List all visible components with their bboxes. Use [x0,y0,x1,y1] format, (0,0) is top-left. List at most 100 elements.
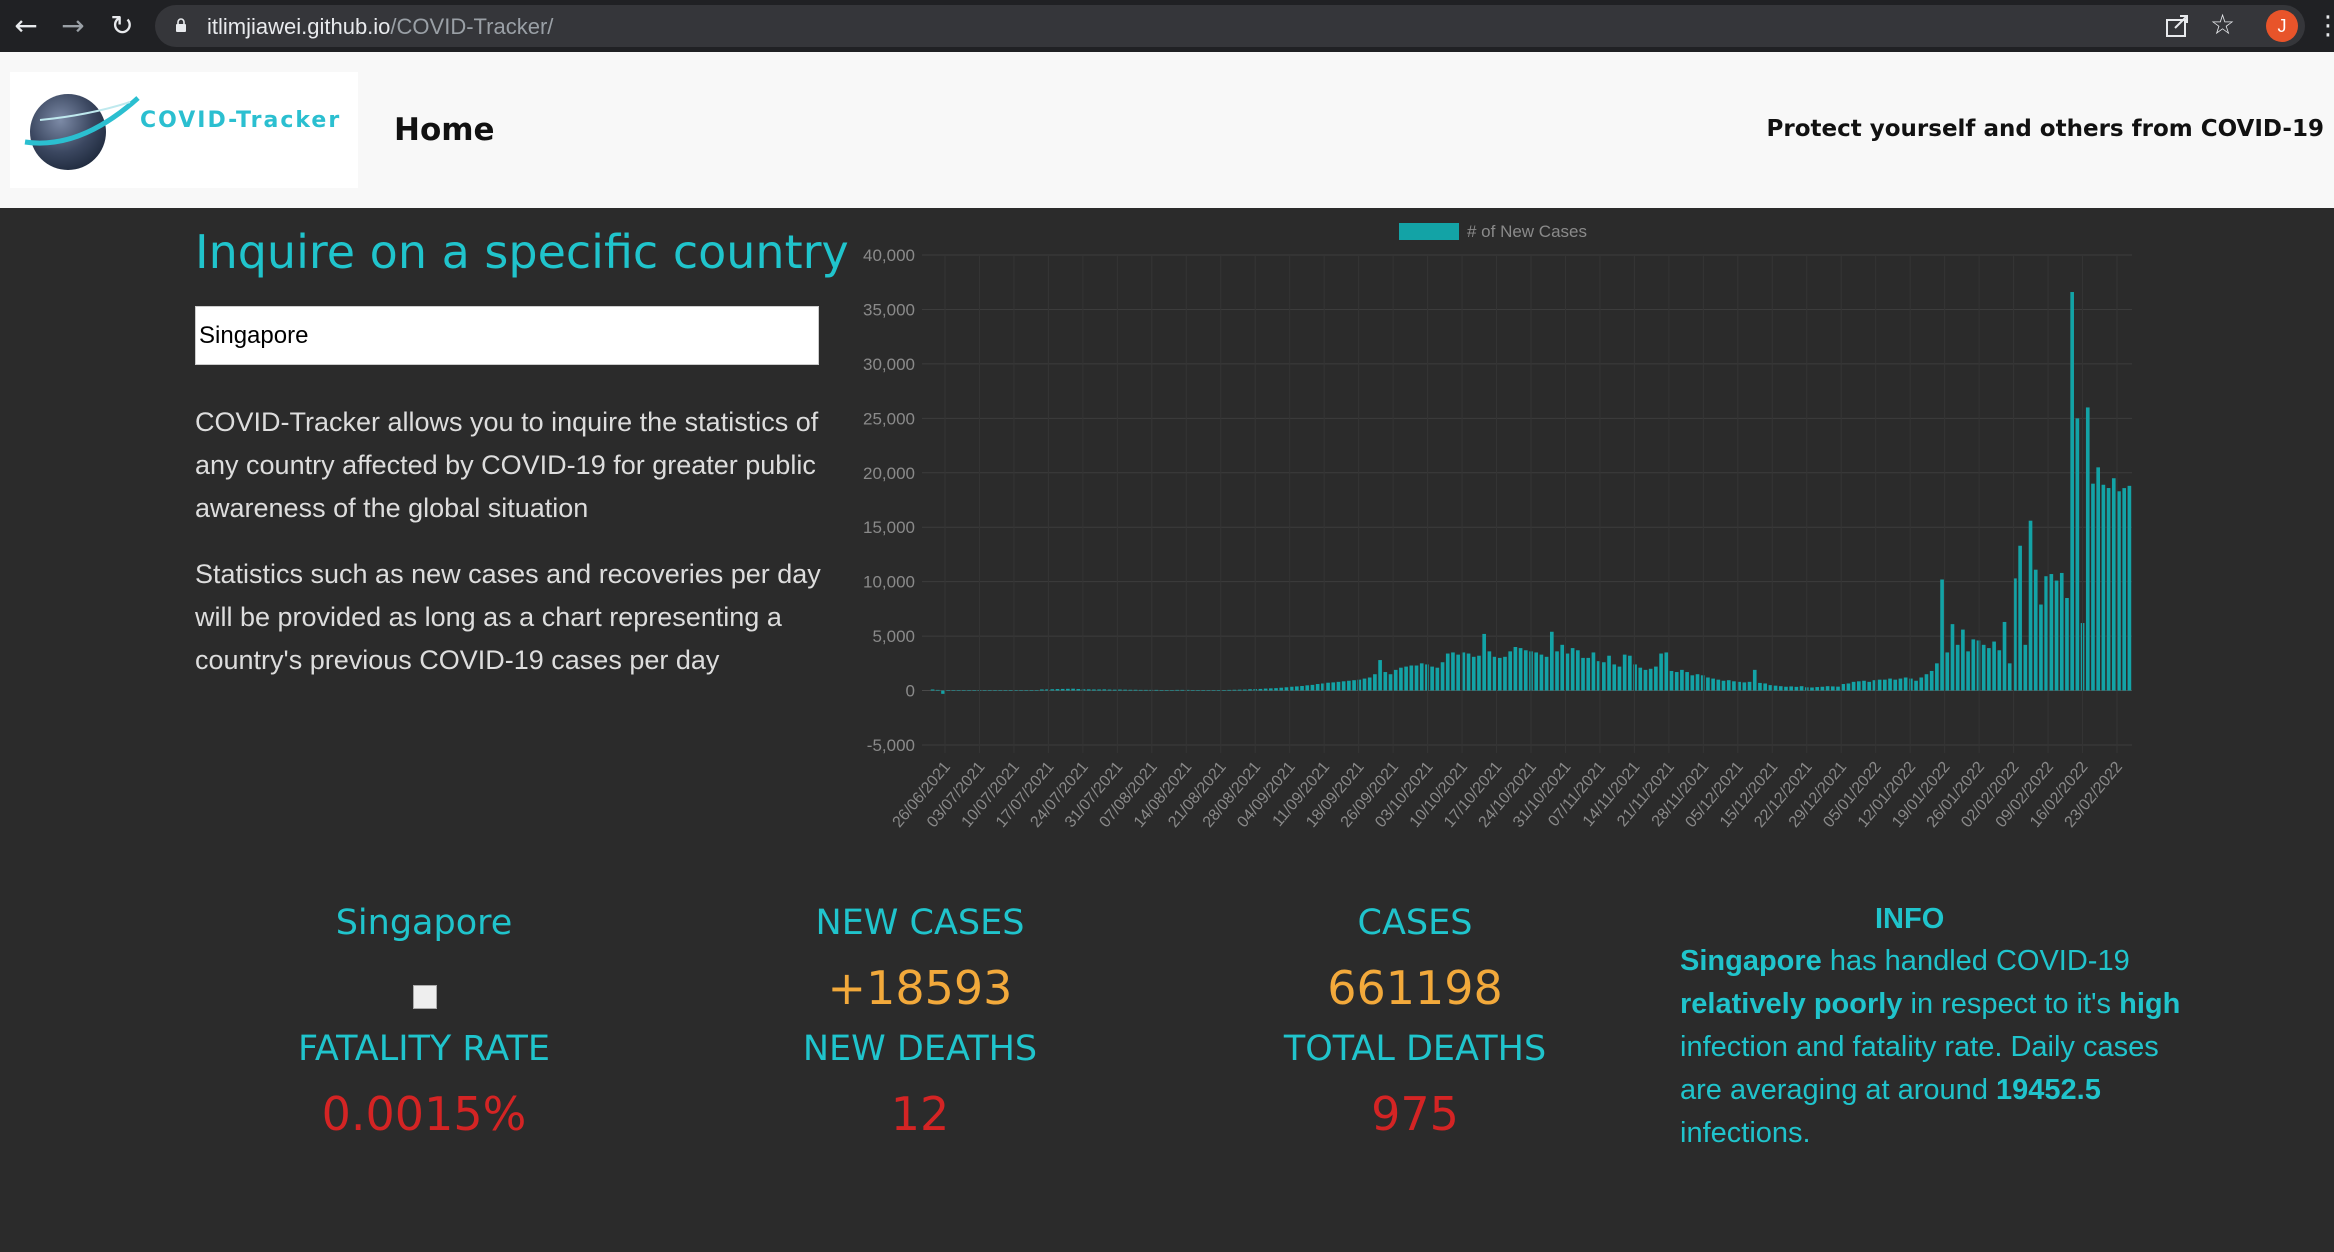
data-bar [1654,666,1658,691]
back-arrow-icon[interactable]: ← [10,10,42,42]
data-bar [1877,679,1882,691]
data-bar [1560,644,1565,691]
data-bar [1664,652,1669,691]
data-bar [1019,690,1023,691]
data-bar [1950,624,1955,691]
data-bar [1935,663,1939,691]
data-bar [1700,675,1705,691]
country-search-input[interactable] [195,306,819,365]
data-bar [951,690,956,691]
reload-icon[interactable]: ↻ [106,10,138,42]
data-bar [1274,688,1278,691]
data-bar [1092,689,1096,691]
data-bar [1539,654,1544,691]
data-bar [1825,686,1830,691]
data-bar [1716,679,1721,691]
data-bar [1622,654,1627,691]
data-bar [1945,652,1950,691]
globe-logo-icon [24,94,140,170]
data-bar [1300,685,1304,691]
data-bar [1966,651,1970,691]
data-bar [2028,520,2033,691]
data-bar [1523,650,1528,691]
data-bar [1487,651,1492,691]
site-logo[interactable]: COVID-Tracker [10,72,358,188]
data-bar [1066,688,1070,691]
data-bar [941,690,945,694]
data-bar [1269,688,1273,691]
menu-kebab-icon[interactable]: ⋮ [2315,6,2334,46]
data-bar [1940,579,1944,691]
data-bar [1680,669,1684,691]
address-bar[interactable]: itlimjiawei.github.io/COVID-Tracker/ [155,5,2305,47]
data-bar [1893,679,1898,691]
cases-value: 661198 [1327,961,1503,1015]
data-bar [1628,655,1632,691]
data-bar [2127,485,2132,691]
data-bar [1674,672,1679,691]
data-bar [1404,666,1408,691]
data-bar [1201,690,1206,691]
data-bar [1836,686,1840,691]
data-bar [1856,681,1861,691]
profile-avatar[interactable]: J [2266,10,2298,42]
data-bar [1602,662,1606,691]
y-tick-label: 40,000 [863,246,915,265]
data-bar [1451,652,1455,691]
data-bar [1997,650,2002,691]
data-bar [1211,690,1216,691]
data-bar [1503,656,1507,691]
data-bar [1794,686,1799,691]
data-bar [2007,663,2012,691]
data-bar [1799,686,1804,691]
data-bar [1643,669,1648,691]
description-paragraph-2: Statistics such as new cases and recover… [195,559,821,675]
cases-label: CASES [1357,903,1473,943]
data-bar [1810,687,1814,691]
data-bar [2122,488,2127,691]
inquire-title: Inquire on a specific country [195,225,849,279]
data-bar [1706,677,1710,691]
data-bar [1419,663,1424,691]
new-cases-label: NEW CASES [815,903,1025,943]
data-bar [1081,689,1086,691]
data-bar [1430,666,1434,691]
data-bar [1445,653,1450,691]
data-bar [1752,669,1757,691]
new-cases-value: +18593 [827,961,1013,1015]
data-bar [1778,686,1783,691]
data-bar [1909,678,1913,691]
data-bar [1128,689,1133,691]
data-bar [2033,569,2038,691]
data-bar [972,690,977,691]
data-bar [1961,629,1965,691]
data-bar [1014,690,1018,691]
share-icon[interactable] [2163,12,2191,40]
data-bar [1846,683,1851,691]
data-bar [1331,682,1336,691]
data-bar [1617,666,1622,691]
data-bar [930,689,935,691]
forward-arrow-icon[interactable]: → [57,10,89,42]
data-bar [1357,679,1362,691]
bookmark-star-icon[interactable]: ☆ [2210,9,2235,41]
info-title: INFO [1875,903,1945,935]
data-bar [1310,684,1315,691]
browser-toolbar: ← → ↻ itlimjiawei.github.io/COVID-Tracke… [0,0,2334,52]
data-bar [1305,685,1310,691]
info-paragraph: Singapore has handled COVID-19 relativel… [1680,945,2181,1149]
data-bar [1295,686,1299,691]
data-bar [967,690,971,691]
data-bar [2002,621,2007,691]
data-bar [1034,690,1039,691]
data-bar [1123,689,1127,691]
data-bar [1399,667,1403,691]
header-tagline: Protect yourself and others from COVID-1… [1766,116,2324,142]
data-bar [1721,680,1726,691]
data-bar [1232,689,1237,691]
nav-home-link[interactable]: Home [394,112,495,148]
data-bar [1242,689,1247,691]
fatality-rate-value: 0.0015% [321,1087,527,1141]
data-bar [1102,689,1107,691]
data-bar [1112,689,1117,691]
